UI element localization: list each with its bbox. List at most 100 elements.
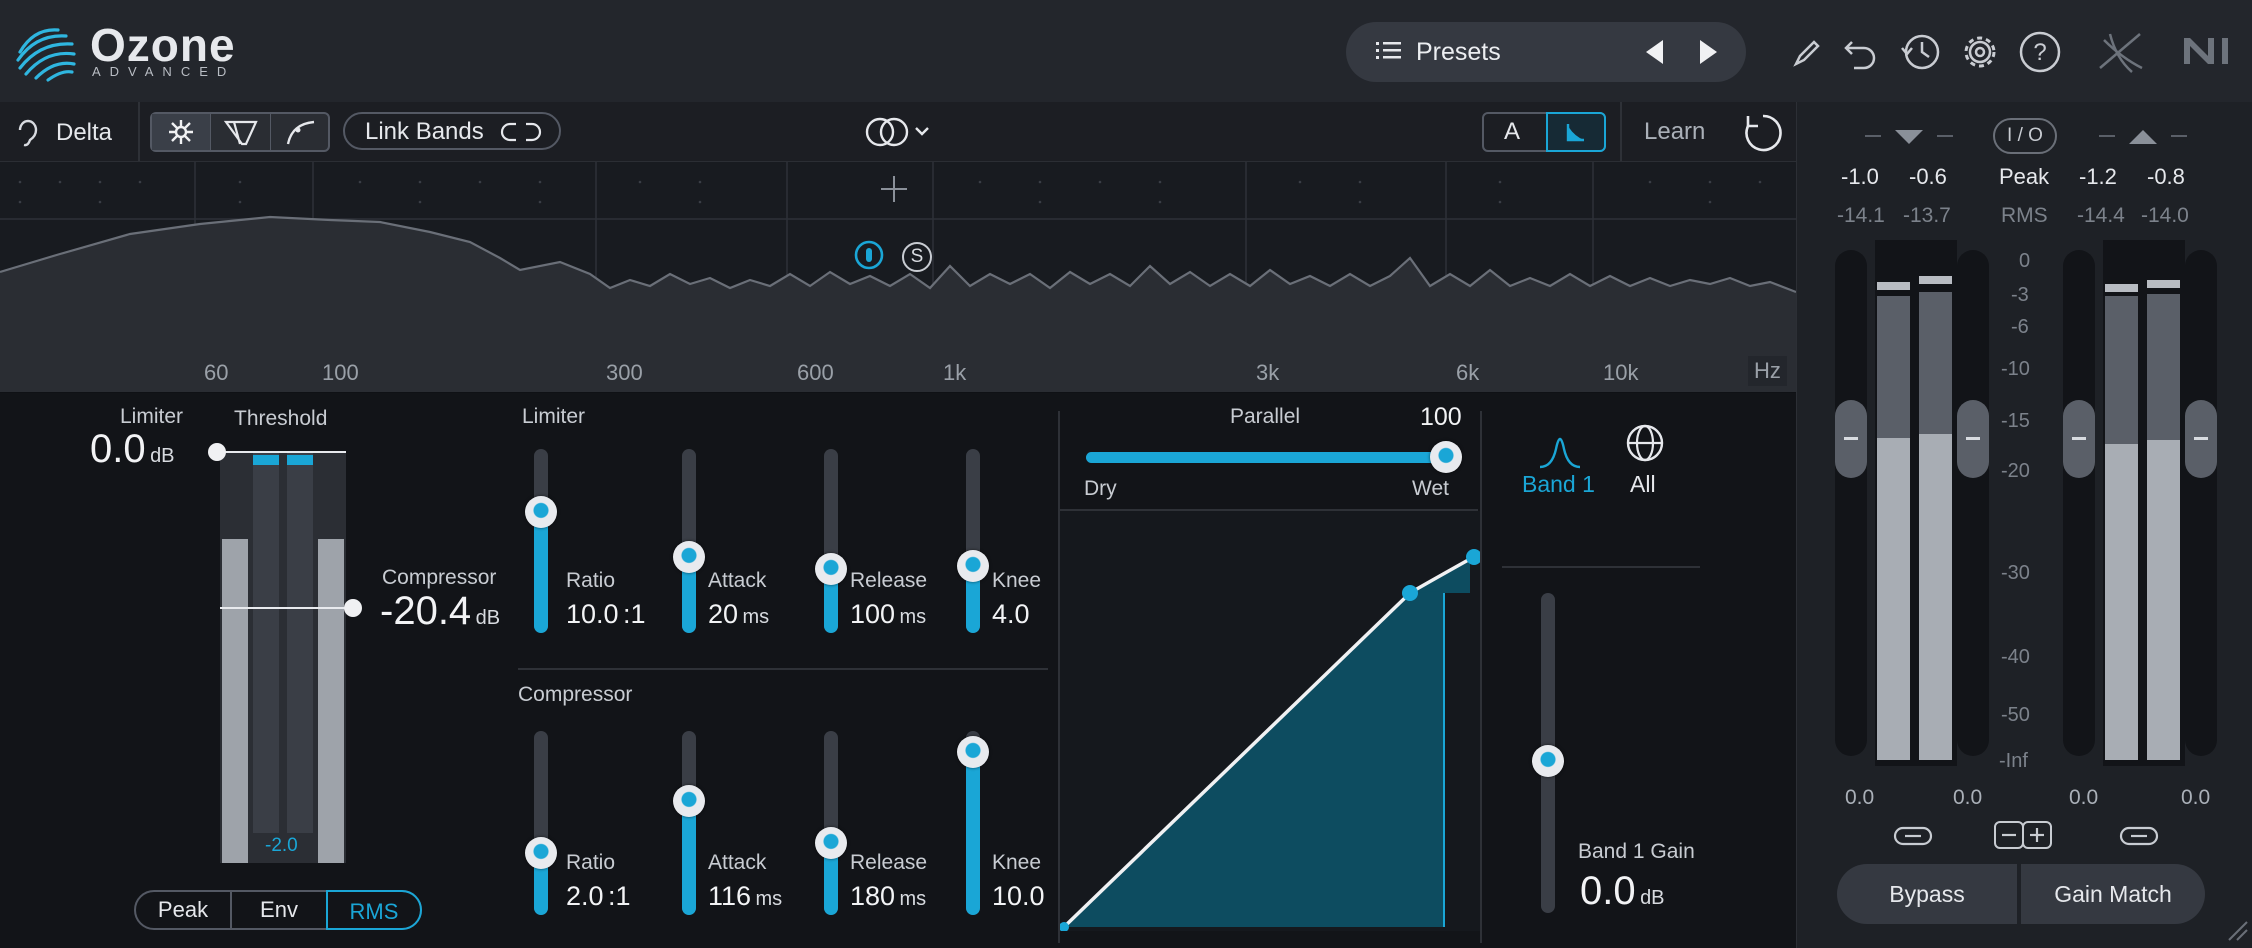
limiter-knee-knob[interactable] — [957, 550, 989, 582]
limiter-threshold-unit: dB — [150, 445, 175, 467]
spectrum-display[interactable]: S 60 100 300 600 1k 3k 6k 10k Hz — [0, 162, 1796, 392]
izotope-logo-icon[interactable] — [2096, 28, 2146, 76]
ab-b-button-icon[interactable] — [1546, 112, 1606, 152]
output-meter-header — [2099, 126, 2189, 151]
input-fader-value-left[interactable]: 0.0 — [1845, 786, 1874, 810]
gain-match-button[interactable]: Gain Match — [2021, 864, 2205, 924]
compressor-knee-control[interactable]: Knee 10.0 — [952, 731, 1052, 931]
limiter-ratio-knob[interactable] — [525, 496, 557, 528]
presets-label[interactable]: Presets — [1416, 38, 1501, 67]
limiter-release-control[interactable]: Release 100 ms — [810, 449, 950, 649]
band-1-gain-knob[interactable] — [1532, 745, 1564, 777]
band-marker-solo-icon[interactable] — [854, 240, 884, 270]
undo-icon[interactable] — [1842, 34, 1880, 70]
freq-label-6k: 6k — [1456, 360, 1480, 385]
io-toggle-button[interactable]: I / O — [1993, 118, 2057, 154]
compressor-knee-knob[interactable] — [957, 736, 989, 768]
mode-env-button[interactable]: Env — [232, 892, 326, 928]
ab-a-button[interactable]: A — [1504, 118, 1520, 146]
compressor-release-control[interactable]: Release 180 ms — [810, 731, 950, 931]
link-bands-button[interactable]: Link Bands — [343, 112, 561, 150]
band-1-gain-value: 0.0 — [1580, 869, 1636, 913]
input-rms-right: -13.7 — [1903, 204, 1951, 227]
band-1-gain-readout[interactable]: 0.0 dB — [1580, 869, 1665, 914]
input-gain-fader-left[interactable] — [1835, 250, 1867, 756]
input-fader-value-right[interactable]: 0.0 — [1953, 786, 1982, 810]
output-fader-value-right[interactable]: 0.0 — [2181, 786, 2210, 810]
io-meter-panel: I / O -1.0 -0.6 Peak -1.2 -0.8 -14.1 -13… — [1796, 102, 2252, 948]
output-fader-value-left[interactable]: 0.0 — [2069, 786, 2098, 810]
band-1-bell-icon[interactable] — [1538, 429, 1582, 469]
limiter-attack-control[interactable]: Attack 20 ms — [668, 449, 808, 649]
pencil-icon[interactable] — [1792, 36, 1824, 68]
compressor-ratio-knob[interactable] — [525, 837, 557, 869]
all-bands-label[interactable]: All — [1630, 471, 1656, 498]
output-collapse-icon[interactable] — [2099, 126, 2189, 146]
compressor-threshold-readout[interactable]: -20.4 dB — [380, 589, 500, 634]
compressor-attack-value: 116 — [708, 881, 752, 911]
limiter-release-value: 100 — [850, 599, 896, 629]
presets-bar[interactable]: Presets — [1346, 22, 1746, 82]
output-peak-hold-left — [2105, 284, 2138, 292]
ozone-logo-icon — [14, 22, 80, 82]
delta-button[interactable]: Delta — [14, 112, 134, 152]
parallel-slider-knob[interactable] — [1430, 441, 1462, 473]
help-icon[interactable]: ? — [2018, 30, 2062, 74]
input-fader-handle-right[interactable] — [1957, 400, 1989, 478]
limiter-knee-control[interactable]: Knee 4.0 — [952, 449, 1052, 649]
mode-peak-button[interactable]: Peak — [136, 892, 232, 928]
input-gain-fader-right[interactable] — [1957, 250, 1989, 756]
band-mode-star-icon[interactable] — [152, 114, 211, 150]
input-peak-right: -0.6 — [1909, 164, 1947, 189]
resize-grip-icon[interactable] — [2227, 920, 2249, 942]
compressor-attack-control[interactable]: Attack 116 ms — [668, 731, 808, 931]
band-divider — [1502, 566, 1700, 568]
limiter-knee-value: 4.0 — [992, 599, 1030, 629]
learn-button[interactable]: Learn — [1620, 102, 1732, 161]
parallel-slider[interactable] — [1086, 441, 1462, 473]
input-output-offset-icon[interactable] — [1993, 820, 2055, 850]
compressor-knee-fill — [966, 752, 980, 915]
limiter-threshold-readout[interactable]: 0.0 dB — [90, 427, 175, 472]
input-meter — [1875, 240, 1957, 766]
compressor-release-value: 180 — [850, 881, 896, 911]
limiter-release-knob[interactable] — [815, 553, 847, 585]
learn-label: Learn — [1644, 118, 1706, 145]
compressor-ratio-control[interactable]: Ratio 2.0 :1 — [520, 731, 660, 931]
limiter-attack-knob[interactable] — [673, 541, 705, 573]
loop-icon[interactable] — [1742, 112, 1784, 154]
band-1-label[interactable]: Band 1 — [1522, 471, 1595, 498]
output-fader-handle-left[interactable] — [2063, 400, 2095, 478]
output-link-icon[interactable] — [2119, 824, 2159, 848]
bypass-button[interactable]: Bypass — [1837, 864, 2017, 924]
compressor-threshold-handle[interactable] — [344, 599, 362, 617]
output-gain-fader-right[interactable] — [2185, 250, 2217, 756]
spectrum-graph — [0, 162, 1796, 392]
input-fader-handle-left[interactable] — [1835, 400, 1867, 478]
settings-gear-icon[interactable] — [1958, 30, 2002, 74]
band-1-gain-slider[interactable] — [1528, 593, 1568, 913]
mode-rms-button[interactable]: RMS — [326, 890, 422, 930]
native-instruments-logo-icon[interactable] — [2184, 36, 2234, 66]
history-icon[interactable] — [1898, 30, 1942, 74]
transfer-curve-graph[interactable] — [1060, 511, 1480, 931]
limiter-threshold-handle[interactable] — [208, 443, 226, 461]
limiter-attack-readout: 20 ms — [708, 599, 769, 630]
band-marker-s[interactable]: S — [902, 242, 932, 272]
output-fader-handle-right[interactable] — [2185, 400, 2217, 478]
freq-label-3k: 3k — [1256, 360, 1280, 385]
scale-30: -30 — [2001, 562, 2030, 584]
output-gain-fader-left[interactable] — [2063, 250, 2095, 756]
threshold-meter[interactable]: -2.0 — [208, 443, 362, 863]
filter-shape-icon[interactable] — [212, 114, 271, 150]
globe-icon[interactable] — [1625, 423, 1665, 463]
compressor-attack-knob[interactable] — [673, 785, 705, 817]
previous-preset-icon[interactable] — [1643, 38, 1667, 66]
input-collapse-icon[interactable] — [1865, 126, 1955, 146]
stereo-mode-icon[interactable] — [864, 114, 936, 150]
compressor-release-knob[interactable] — [815, 827, 847, 859]
input-link-icon[interactable] — [1893, 824, 1933, 848]
next-preset-icon[interactable] — [1696, 38, 1720, 66]
limiter-ratio-control[interactable]: Ratio 10.0 :1 — [520, 449, 660, 649]
curve-mode-icon[interactable] — [272, 114, 330, 150]
